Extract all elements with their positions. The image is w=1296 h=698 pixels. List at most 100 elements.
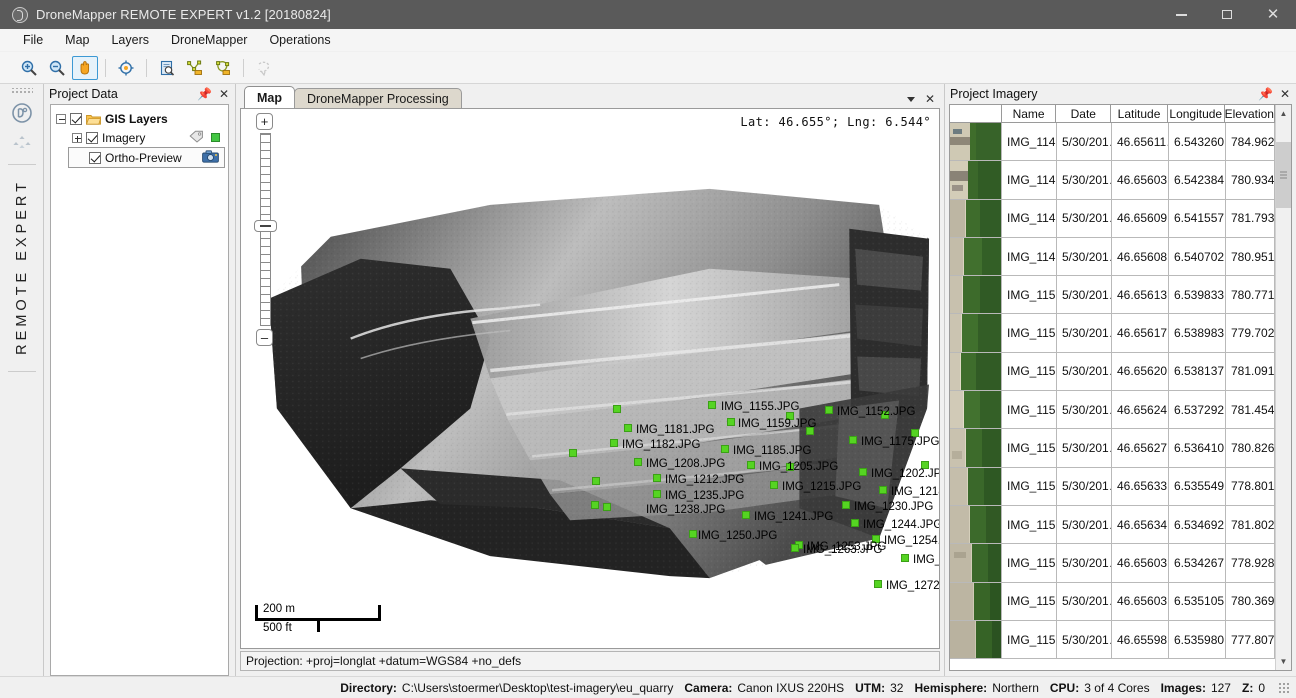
menu-layers[interactable]: Layers [100, 30, 160, 50]
table-row[interactable]: IMG_115… 5/30/201… 46.65603… 6.535105… 7… [950, 582, 1275, 621]
image-marker[interactable] [842, 501, 850, 509]
aerial-thumbnail[interactable] [950, 276, 1002, 314]
image-marker[interactable] [634, 458, 642, 466]
image-marker[interactable] [592, 477, 600, 485]
column-header-longitude[interactable]: Longitude [1167, 105, 1225, 123]
center-target-button[interactable] [113, 56, 139, 80]
select-lasso-button[interactable] [251, 56, 277, 80]
maximize-button[interactable] [1204, 0, 1250, 29]
image-marker[interactable] [653, 490, 661, 498]
chevron-down-icon[interactable]: ▼ [1275, 653, 1291, 670]
aerial-thumbnail[interactable] [950, 505, 1002, 544]
minimize-button[interactable] [1158, 0, 1204, 29]
close-icon[interactable]: ✕ [925, 93, 935, 105]
image-marker[interactable] [721, 445, 729, 453]
image-marker[interactable] [603, 503, 611, 511]
tree-item-ortho-preview[interactable]: Ortho-Preview [68, 147, 225, 168]
collapse-expander-icon[interactable] [56, 113, 66, 124]
table-row[interactable]: IMG_114… 5/30/201… 46.65608… 6.540702… 7… [950, 237, 1275, 277]
image-marker[interactable] [689, 530, 697, 538]
column-header-date[interactable]: Date [1056, 105, 1112, 123]
tab-dronemapper-processing[interactable]: DroneMapper Processing [294, 88, 462, 108]
chevron-up-icon[interactable]: ▲ [1275, 105, 1291, 122]
image-marker[interactable] [747, 461, 755, 469]
image-marker[interactable] [727, 418, 735, 426]
measure-line-button[interactable] [182, 56, 208, 80]
image-marker[interactable] [653, 474, 661, 482]
map-frame[interactable]: IMG_1155.JPG IMG_1152.JPG IMG_1149.JPG I… [240, 108, 940, 649]
image-marker[interactable] [624, 424, 632, 432]
camera-icon[interactable] [202, 149, 219, 166]
menu-dronemapper[interactable]: DroneMapper [160, 30, 258, 50]
image-marker[interactable] [849, 436, 857, 444]
pin-icon[interactable]: 📌 [197, 88, 212, 100]
zoom-out-button[interactable]: – [256, 329, 273, 346]
zoom-in-button[interactable] [16, 56, 42, 80]
image-marker[interactable] [859, 468, 867, 476]
image-marker[interactable] [874, 580, 882, 588]
image-marker[interactable] [879, 486, 887, 494]
tab-map[interactable]: Map [244, 86, 295, 108]
aerial-thumbnail[interactable] [950, 391, 1002, 429]
aerial-thumbnail[interactable] [950, 199, 1002, 237]
rail-brand-button[interactable] [7, 98, 37, 128]
aerial-thumbnail[interactable] [950, 123, 1002, 161]
aerial-thumbnail[interactable] [950, 544, 1002, 582]
table-row[interactable]: IMG_114… 5/30/201… 46.65603… 6.542384… 7… [950, 161, 1275, 200]
aerial-thumbnail[interactable] [950, 467, 1002, 505]
drag-handle-dots[interactable] [10, 88, 33, 94]
zoom-slider-track[interactable] [253, 133, 277, 326]
aerial-thumbnail[interactable] [950, 429, 1002, 467]
menu-operations[interactable]: Operations [258, 30, 341, 50]
ortho-preview-checkbox[interactable] [89, 151, 101, 164]
column-header-latitude[interactable]: Latitude [1111, 105, 1168, 123]
image-marker[interactable] [569, 449, 577, 457]
rail-points-button[interactable] [7, 128, 37, 158]
close-icon[interactable]: ✕ [219, 88, 229, 100]
tree-item-gis-layers[interactable]: GIS Layers [54, 109, 225, 128]
image-marker[interactable] [901, 554, 909, 562]
aerial-thumbnail[interactable] [950, 314, 1002, 352]
aerial-thumbnail[interactable] [950, 620, 1002, 659]
table-row[interactable]: IMG_115… 5/30/201… 46.65603… 6.534267… 7… [950, 544, 1275, 583]
layer-color-swatch[interactable] [211, 133, 220, 142]
table-row[interactable]: IMG_114… 5/30/201… 46.65611… 6.543260… 7… [950, 123, 1275, 162]
pan-tool-button[interactable] [72, 55, 98, 80]
image-marker[interactable] [610, 439, 618, 447]
expand-expander-icon[interactable] [72, 132, 82, 143]
map-canvas[interactable]: IMG_1155.JPG IMG_1152.JPG IMG_1149.JPG I… [241, 109, 939, 648]
zoom-in-button[interactable]: + [256, 113, 273, 130]
column-header-elevation[interactable]: Elevation [1224, 105, 1275, 123]
image-marker[interactable] [825, 406, 833, 414]
image-marker[interactable] [613, 405, 621, 413]
scrollbar-track[interactable] [1275, 122, 1291, 653]
table-row[interactable]: IMG_114… 5/30/201… 46.65609… 6.541557… 7… [950, 199, 1275, 238]
image-marker[interactable] [851, 519, 859, 527]
pin-icon[interactable]: 📌 [1258, 88, 1273, 100]
column-header-name[interactable]: Name [1001, 105, 1057, 123]
gis-layers-checkbox[interactable] [70, 112, 82, 125]
column-header-thumbnail[interactable] [950, 105, 1002, 123]
table-row[interactable]: IMG_115… 5/30/201… 46.65624… 6.537292… 7… [950, 391, 1275, 430]
image-marker[interactable] [791, 544, 799, 552]
table-row[interactable]: IMG_115… 5/30/201… 46.65598… 6.535980… 7… [950, 620, 1275, 660]
menu-file[interactable]: File [12, 30, 54, 50]
table-row[interactable]: IMG_115… 5/30/201… 46.65613… 6.539833… 7… [950, 276, 1275, 315]
image-marker[interactable] [591, 501, 599, 509]
measure-area-button[interactable] [210, 56, 236, 80]
table-row[interactable]: IMG_115… 5/30/201… 46.65627… 6.536410… 7… [950, 429, 1275, 468]
zoom-out-button[interactable] [44, 56, 70, 80]
close-button[interactable]: ✕ [1250, 0, 1296, 29]
table-row[interactable]: IMG_115… 5/30/201… 46.65617… 6.538983… 7… [950, 314, 1275, 353]
imagery-checkbox[interactable] [86, 131, 98, 144]
close-icon[interactable]: ✕ [1280, 88, 1290, 100]
chevron-down-icon[interactable] [906, 96, 915, 102]
identify-button[interactable] [154, 56, 180, 80]
image-marker[interactable] [742, 511, 750, 519]
aerial-thumbnail[interactable] [950, 161, 1002, 199]
aerial-thumbnail[interactable] [950, 237, 1002, 276]
table-row[interactable]: IMG_115… 5/30/201… 46.65620… 6.538137… 7… [950, 352, 1275, 392]
menu-map[interactable]: Map [54, 30, 100, 50]
tree-item-imagery[interactable]: Imagery [54, 128, 225, 147]
image-marker[interactable] [708, 401, 716, 409]
